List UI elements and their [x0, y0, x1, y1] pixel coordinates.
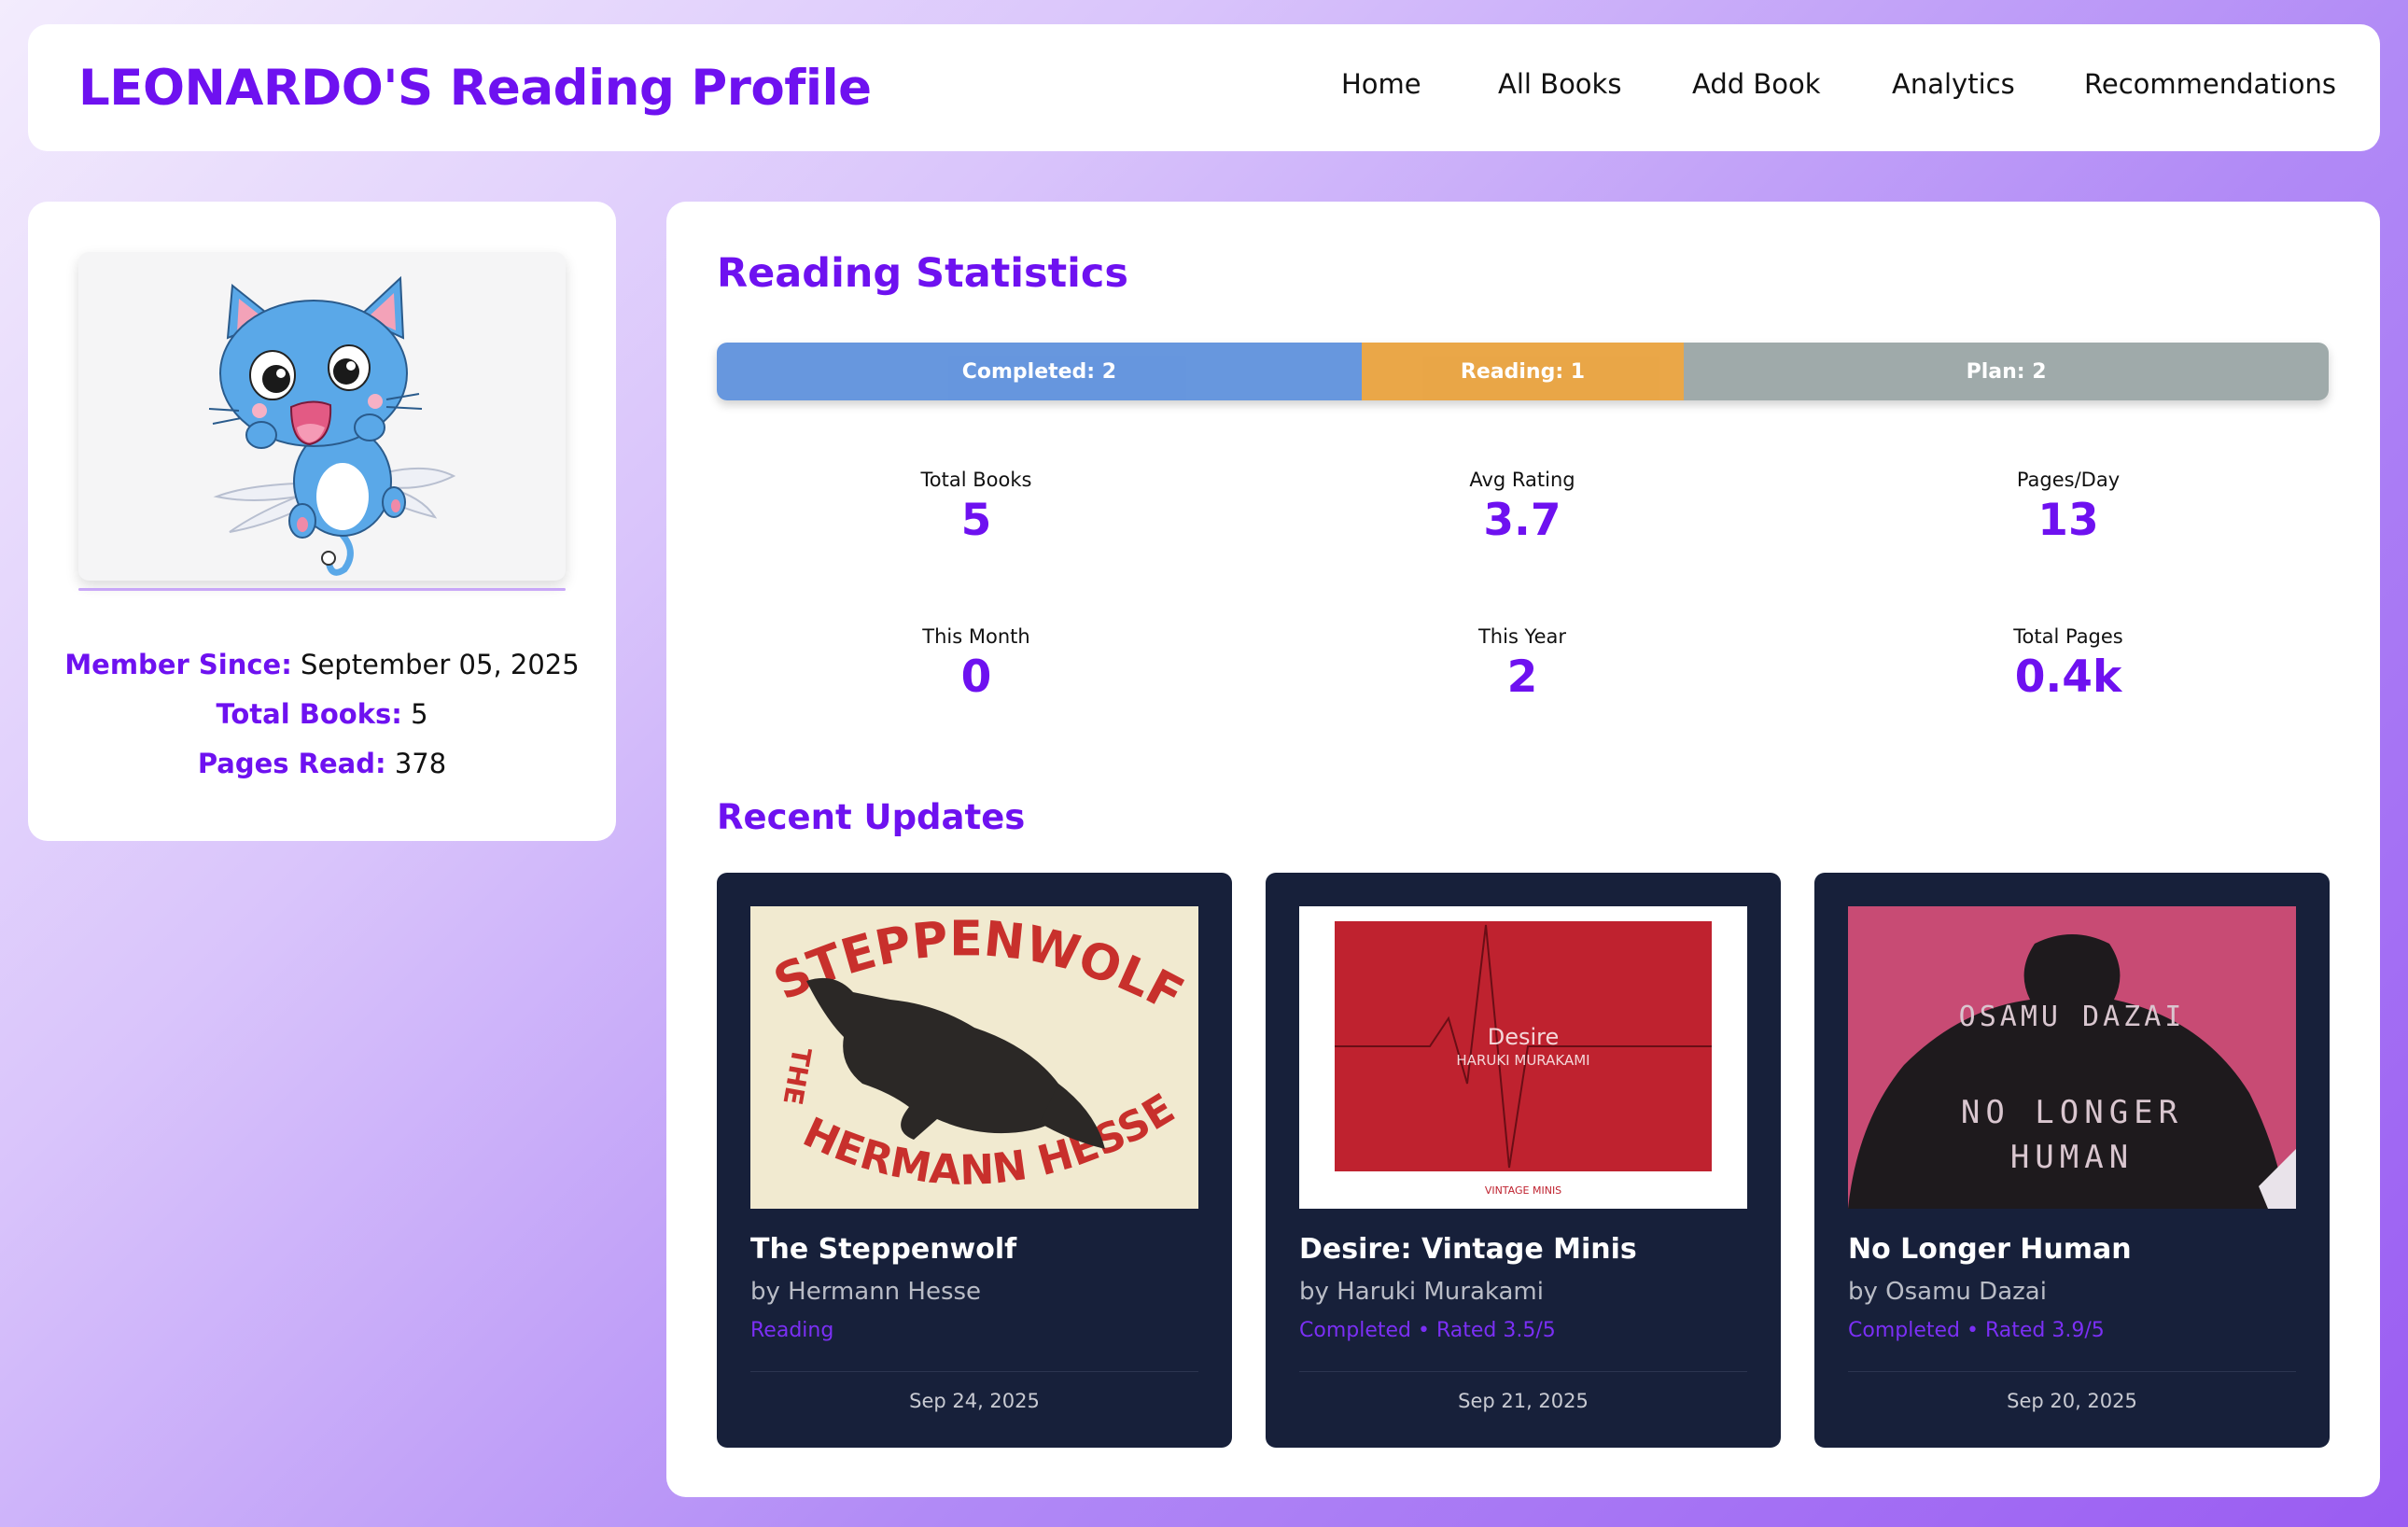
- book-cover-steppenwolf: STEPPENWOLF HERMANN HESSE THE: [750, 906, 1198, 1209]
- stat-label: This Year: [1477, 625, 1567, 648]
- stat-label: This Month: [922, 625, 1030, 648]
- total-books-label: Total Books:: [216, 698, 402, 730]
- stat-this-year: This Year 2: [1364, 625, 1681, 702]
- header-bar: LEONARDO'S Reading Profile Home All Book…: [28, 24, 2380, 151]
- cover-title: Desire: [1488, 1024, 1560, 1050]
- member-since-label: Member Since:: [64, 649, 292, 680]
- book-status: Completed • Rated 3.9/5: [1848, 1319, 2105, 1342]
- progress-segment-plan: Plan: 2: [1684, 343, 2329, 400]
- nav-home-link[interactable]: Home: [1341, 71, 1421, 98]
- cover-author: HARUKI MURAKAMI: [1456, 1052, 1589, 1069]
- reading-progress-bar: Completed: 2 Reading: 1 Plan: 2: [717, 343, 2329, 400]
- stat-label: Total Books: [920, 469, 1032, 491]
- book-author: by Osamu Dazai: [1848, 1278, 2047, 1306]
- recent-updates-title: Recent Updates: [717, 797, 1026, 837]
- stat-label: Total Pages: [2013, 625, 2123, 648]
- stat-total-pages: Total Pages 0.4k: [1910, 625, 2227, 702]
- avatar-divider: [78, 588, 566, 591]
- member-since-row: Member Since: September 05, 2025: [28, 640, 616, 690]
- book-title[interactable]: No Longer Human: [1848, 1233, 2132, 1266]
- cover-publisher: VINTAGE MINIS: [1485, 1184, 1561, 1197]
- book-date: Sep 21, 2025: [1458, 1390, 1589, 1412]
- no-longer-human-cover-art: OSAMU DAZAI NO LONGER HUMAN: [1848, 906, 2296, 1209]
- profile-info: Member Since: September 05, 2025 Total B…: [28, 640, 616, 789]
- book-status: Reading: [750, 1319, 834, 1342]
- book-author: by Haruki Murakami: [1299, 1278, 1544, 1306]
- cover-author: OSAMU DAZAI: [1959, 1001, 2186, 1033]
- steppenwolf-cover-art: STEPPENWOLF HERMANN HESSE THE: [750, 906, 1198, 1209]
- book-title[interactable]: Desire: Vintage Minis: [1299, 1233, 1637, 1266]
- reading-statistics-title: Reading Statistics: [717, 250, 1128, 297]
- nav-all-books-link[interactable]: All Books: [1498, 71, 1621, 98]
- member-since-value: September 05, 2025: [301, 649, 580, 680]
- book-cover-no-longer-human: OSAMU DAZAI NO LONGER HUMAN: [1848, 906, 2296, 1209]
- desire-cover-art: Desire HARUKI MURAKAMI VINTAGE MINIS: [1299, 906, 1747, 1209]
- book-date: Sep 24, 2025: [909, 1390, 1040, 1412]
- cover-title-line1: NO LONGER: [1961, 1094, 2183, 1131]
- progress-segment-reading: Reading: 1: [1361, 343, 1685, 400]
- book-author: by Hermann Hesse: [750, 1278, 982, 1306]
- nav-analytics-link[interactable]: Analytics: [1892, 71, 2015, 98]
- statistics-card: Reading Statistics Completed: 2 Reading:…: [666, 202, 2380, 1497]
- book-divider: [750, 1371, 1198, 1372]
- avatar: [78, 252, 566, 581]
- book-card-no-longer-human[interactable]: OSAMU DAZAI NO LONGER HUMAN No Longer Hu…: [1814, 873, 2330, 1448]
- stat-value: 0: [960, 651, 992, 703]
- main-nav: Home All Books Add Book Analytics Recomm…: [28, 24, 2380, 151]
- stat-total-books: Total Books 5: [818, 469, 1135, 545]
- nav-recommendations-link[interactable]: Recommendations: [2084, 71, 2336, 98]
- book-divider: [1299, 1371, 1747, 1372]
- winged-cat-icon: [208, 275, 456, 576]
- stat-pages-per-day: Pages/Day 13: [1910, 469, 2227, 545]
- book-date: Sep 20, 2025: [2007, 1390, 2137, 1412]
- pages-read-row: Pages Read: 378: [28, 739, 616, 789]
- stat-label: Pages/Day: [2016, 469, 2121, 491]
- progress-segment-completed: Completed: 2: [717, 343, 1362, 400]
- stat-avg-rating: Avg Rating 3.7: [1364, 469, 1681, 545]
- stat-value: 2: [1506, 651, 1538, 703]
- book-cover-desire: Desire HARUKI MURAKAMI VINTAGE MINIS: [1299, 906, 1747, 1209]
- pages-read-label: Pages Read:: [197, 748, 386, 779]
- stat-value: 3.7: [1483, 495, 1561, 546]
- cover-title-line2: HUMAN: [2010, 1139, 2134, 1176]
- book-card-steppenwolf[interactable]: STEPPENWOLF HERMANN HESSE THE The Steppe…: [717, 873, 1232, 1448]
- book-title[interactable]: The Steppenwolf: [750, 1233, 1016, 1266]
- profile-card: Member Since: September 05, 2025 Total B…: [28, 202, 616, 841]
- stat-this-month: This Month 0: [818, 625, 1135, 702]
- stat-value: 0.4k: [2014, 651, 2122, 703]
- nav-add-book-link[interactable]: Add Book: [1692, 71, 1821, 98]
- book-divider: [1848, 1371, 2296, 1372]
- total-books-row: Total Books: 5: [28, 690, 616, 739]
- stat-value: 5: [960, 495, 992, 546]
- stat-value: 13: [2037, 495, 2099, 546]
- book-card-desire[interactable]: Desire HARUKI MURAKAMI VINTAGE MINIS Des…: [1266, 873, 1781, 1448]
- stat-label: Avg Rating: [1469, 469, 1575, 491]
- book-status: Completed • Rated 3.5/5: [1299, 1319, 1556, 1342]
- pages-read-value: 378: [394, 748, 447, 779]
- total-books-value: 5: [411, 698, 428, 730]
